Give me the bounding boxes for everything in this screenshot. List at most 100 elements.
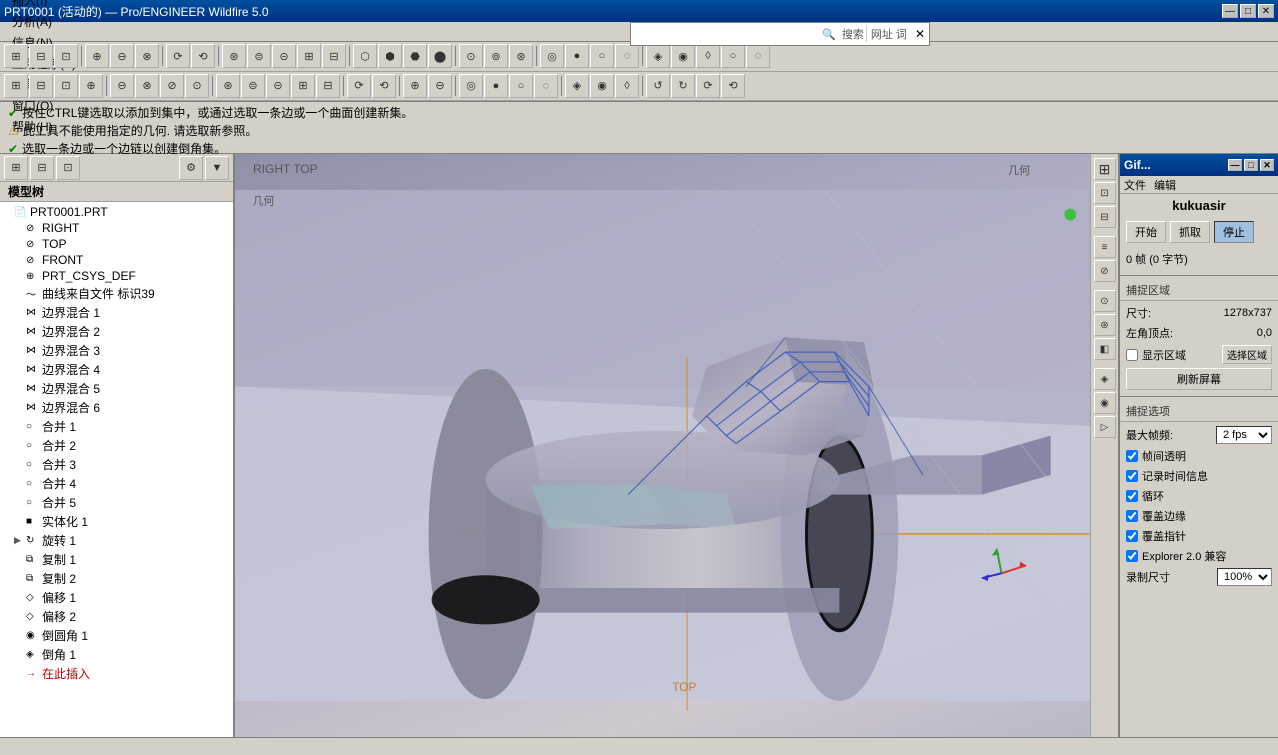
rp-minimize-btn[interactable]: — — [1228, 159, 1242, 171]
toolbar1-btn-34[interactable]: ○ — [721, 44, 745, 68]
toolbar2-btn-2[interactable]: ⊡ — [54, 74, 78, 98]
tree-item-18[interactable]: ▶↻旋转 1 — [2, 531, 231, 550]
tree-item-24[interactable]: ◈倒角 1 — [2, 645, 231, 664]
toolbar1-btn-11[interactable]: ⊛ — [222, 44, 246, 68]
toolbar1-btn-28[interactable]: ○ — [590, 44, 614, 68]
rp-record-size-select[interactable]: 100%75%50% — [1217, 568, 1272, 586]
tree-item-17[interactable]: ■实体化 1 — [2, 512, 231, 531]
tree-item-22[interactable]: ◇偏移 2 — [2, 607, 231, 626]
tree-item-19[interactable]: ⧉复制 1 — [2, 550, 231, 569]
rp-close-btn[interactable]: ✕ — [1260, 159, 1274, 171]
rtb-btn-10[interactable]: ◉ — [1094, 392, 1116, 414]
rp-select-area-btn[interactable]: 选择区域 — [1222, 345, 1272, 364]
rtb-btn-5[interactable]: ⊘ — [1094, 260, 1116, 282]
toolbar2-btn-3[interactable]: ⊕ — [79, 74, 103, 98]
search-icon[interactable]: 🔍 — [818, 28, 840, 41]
toolbar2-btn-12[interactable]: ⊝ — [266, 74, 290, 98]
toolbar2-btn-31[interactable]: ↺ — [646, 74, 670, 98]
toolbar2-btn-22[interactable]: ◎ — [459, 74, 483, 98]
sidebar-settings-btn[interactable]: ⚙ — [179, 156, 203, 180]
rtb-btn-2[interactable]: ⊡ — [1094, 182, 1116, 204]
toolbar2-btn-29[interactable]: ◊ — [615, 74, 639, 98]
toolbar2-btn-19[interactable]: ⊕ — [403, 74, 427, 98]
sidebar-tb-btn-1[interactable]: ⊞ — [4, 156, 28, 180]
toolbar2-btn-23[interactable]: ● — [484, 74, 508, 98]
toolbar1-btn-8[interactable]: ⟳ — [166, 44, 190, 68]
rtb-btn-8[interactable]: ◧ — [1094, 338, 1116, 360]
rtb-btn-6[interactable]: ⊙ — [1094, 290, 1116, 312]
toolbar1-btn-14[interactable]: ⊞ — [297, 44, 321, 68]
toolbar1-btn-35[interactable]: ◌ — [746, 44, 770, 68]
search-close-icon[interactable]: ✕ — [911, 27, 929, 41]
tree-item-10[interactable]: ⋈边界混合 5 — [2, 379, 231, 398]
rp-pause-btn[interactable]: 抓取 — [1170, 221, 1210, 243]
toolbar1-btn-13[interactable]: ⊝ — [272, 44, 296, 68]
rp-fps-select[interactable]: 2 fps5 fps10 fps — [1216, 426, 1272, 444]
toolbar1-btn-12[interactable]: ⊜ — [247, 44, 271, 68]
tree-item-5[interactable]: 〜曲线来自文件 标识39 — [2, 284, 231, 303]
rp-cover-pointer-checkbox[interactable] — [1126, 530, 1138, 542]
tree-item-12[interactable]: ○合并 1 — [2, 417, 231, 436]
toolbar2-btn-16[interactable]: ⟳ — [347, 74, 371, 98]
toolbar1-btn-29[interactable]: ◌ — [615, 44, 639, 68]
tree-item-6[interactable]: ⋈边界混合 1 — [2, 303, 231, 322]
rp-show-area-checkbox[interactable] — [1126, 349, 1138, 361]
toolbar1-btn-23[interactable]: ⊚ — [484, 44, 508, 68]
toolbar2-btn-6[interactable]: ⊗ — [135, 74, 159, 98]
toolbar2-btn-33[interactable]: ⟳ — [696, 74, 720, 98]
rp-refresh-btn[interactable]: 刷新屏幕 — [1126, 368, 1272, 390]
rp-cover-edge-checkbox[interactable] — [1126, 510, 1138, 522]
toolbar2-btn-27[interactable]: ◈ — [565, 74, 589, 98]
tree-item-21[interactable]: ◇偏移 1 — [2, 588, 231, 607]
toolbar1-btn-4[interactable]: ⊕ — [85, 44, 109, 68]
rtb-btn-4[interactable]: ≡ — [1094, 236, 1116, 258]
tree-item-9[interactable]: ⋈边界混合 4 — [2, 360, 231, 379]
tree-item-25[interactable]: →在此插入 — [2, 664, 231, 683]
close-button[interactable]: ✕ — [1258, 4, 1274, 18]
tree-item-4[interactable]: ⊕PRT_CSYS_DEF — [2, 268, 231, 284]
toolbar2-btn-24[interactable]: ○ — [509, 74, 533, 98]
toolbar2-btn-28[interactable]: ◉ — [590, 74, 614, 98]
tree-item-15[interactable]: ○合并 4 — [2, 474, 231, 493]
rp-transparent-checkbox[interactable] — [1126, 450, 1138, 462]
rtb-btn-9[interactable]: ◈ — [1094, 368, 1116, 390]
toolbar1-btn-24[interactable]: ⊛ — [509, 44, 533, 68]
toolbar2-btn-32[interactable]: ↻ — [671, 74, 695, 98]
toolbar1-btn-33[interactable]: ◊ — [696, 44, 720, 68]
tree-item-20[interactable]: ⧉复制 2 — [2, 569, 231, 588]
toolbar1-btn-15[interactable]: ⊟ — [322, 44, 346, 68]
sidebar-tb-btn-3[interactable]: ⊡ — [56, 156, 80, 180]
rtb-btn-7[interactable]: ⊛ — [1094, 314, 1116, 336]
toolbar2-btn-11[interactable]: ⊜ — [241, 74, 265, 98]
rp-menu-edit[interactable]: 编辑 — [1154, 177, 1176, 193]
toolbar1-btn-18[interactable]: ⬢ — [378, 44, 402, 68]
rp-menu-file[interactable]: 文件 — [1124, 177, 1146, 193]
tree-item-14[interactable]: ○合并 3 — [2, 455, 231, 474]
tree-item-23[interactable]: ◉倒圆角 1 — [2, 626, 231, 645]
toolbar1-btn-2[interactable]: ⊡ — [54, 44, 78, 68]
toolbar2-btn-17[interactable]: ⟲ — [372, 74, 396, 98]
rp-start-btn[interactable]: 开始 — [1126, 221, 1166, 243]
rtb-btn-11[interactable]: ▷ — [1094, 416, 1116, 438]
tree-item-1[interactable]: ⊘RIGHT — [2, 220, 231, 236]
toolbar1-btn-17[interactable]: ⬡ — [353, 44, 377, 68]
toolbar2-btn-8[interactable]: ⊙ — [185, 74, 209, 98]
rp-stop-btn[interactable]: 停止 — [1214, 221, 1254, 243]
toolbar1-btn-31[interactable]: ◈ — [646, 44, 670, 68]
viewport[interactable]: TOP 几何 RIGHT TOP 几何 — [235, 154, 1090, 737]
toolbar1-btn-20[interactable]: ⬤ — [428, 44, 452, 68]
toolbar1-btn-1[interactable]: ⊟ — [29, 44, 53, 68]
maximize-button[interactable]: □ — [1240, 4, 1256, 18]
menu-item-3[interactable]: 插入(I) — [4, 0, 84, 11]
toolbar2-btn-5[interactable]: ⊖ — [110, 74, 134, 98]
toolbar1-btn-32[interactable]: ◉ — [671, 44, 695, 68]
toolbar2-btn-25[interactable]: ◌ — [534, 74, 558, 98]
rp-maximize-btn[interactable]: □ — [1244, 159, 1258, 171]
sidebar-menu-btn[interactable]: ▼ — [205, 156, 229, 180]
toolbar1-btn-27[interactable]: ● — [565, 44, 589, 68]
toolbar2-btn-1[interactable]: ⊟ — [29, 74, 53, 98]
toolbar1-btn-5[interactable]: ⊖ — [110, 44, 134, 68]
menu-item-4[interactable]: 分析(A) — [4, 11, 84, 32]
tree-item-16[interactable]: ○合并 5 — [2, 493, 231, 512]
toolbar1-btn-9[interactable]: ⟲ — [191, 44, 215, 68]
